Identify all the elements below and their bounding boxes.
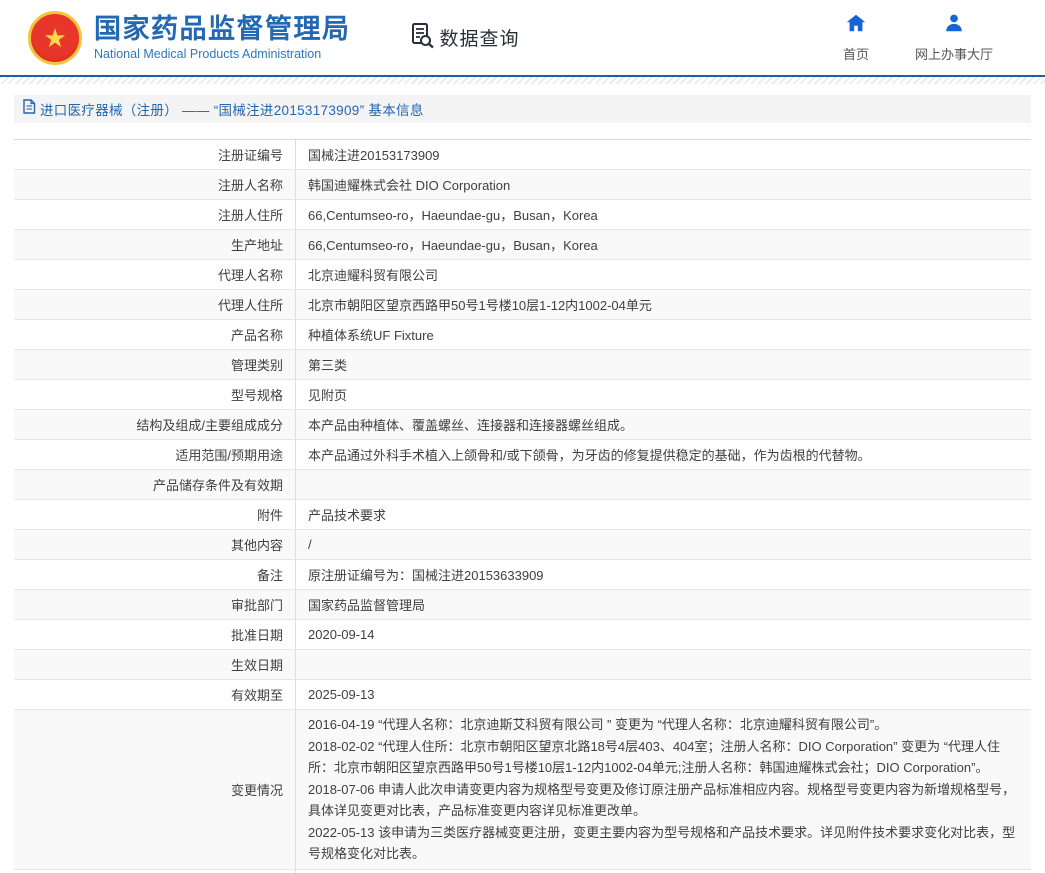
table-row-agent-address: 代理人住所 北京市朝阳区望京西路甲50号1号楼10层1-12内1002-04单元	[14, 290, 1031, 320]
row-value: 本产品由种植体、覆盖螺丝、连接器和连接器螺丝组成。	[296, 410, 1031, 439]
header-hatch-band	[0, 77, 1045, 84]
row-value: 本产品通过外科手术植入上颌骨和/或下颌骨，为牙齿的修复提供稳定的基础，作为齿根的…	[296, 440, 1031, 469]
table-row-storage: 产品储存条件及有效期	[14, 470, 1031, 500]
change-item: 2018-07-06 申请人此次申请变更内容为规格型号变更及修订原注册产品标准相…	[308, 779, 1021, 822]
doc-search-icon	[409, 22, 436, 54]
table-row-note: 注 详情	[14, 870, 1031, 873]
table-row-composition: 结构及组成/主要组成成分 本产品由种植体、覆盖螺丝、连接器和连接器螺丝组成。	[14, 410, 1031, 440]
row-label: 代理人名称	[14, 260, 296, 289]
home-icon	[845, 12, 867, 39]
row-value: 产品技术要求	[296, 500, 1031, 529]
row-value	[296, 470, 1031, 499]
table-row-attachment: 附件 产品技术要求	[14, 500, 1031, 530]
row-label: 注册人名称	[14, 170, 296, 199]
national-emblem-icon: ★	[28, 11, 82, 65]
row-value: 北京市朝阳区望京西路甲50号1号楼10层1-12内1002-04单元	[296, 290, 1031, 319]
data-query-tab[interactable]: 数据查询	[409, 22, 520, 54]
document-icon	[22, 99, 36, 119]
row-label: 注册证编号	[14, 140, 296, 169]
table-row-registrant-name: 注册人名称 韩国迪耀株式会社 DIO Corporation	[14, 170, 1031, 200]
page-title-bar: 进口医疗器械（注册） —— “国械注进20153173909” 基本信息	[14, 95, 1031, 123]
row-value: 2025-09-13	[296, 680, 1031, 709]
row-label: 生产地址	[14, 230, 296, 259]
row-value: 国家药品监督管理局	[296, 590, 1031, 619]
row-label: 有效期至	[14, 680, 296, 709]
row-label: 结构及组成/主要组成成分	[14, 410, 296, 439]
table-row-registrant-address: 注册人住所 66,Centumseo-ro，Haeundae-gu，Busan，…	[14, 200, 1031, 230]
row-label: 批准日期	[14, 620, 296, 649]
table-row-other-content: 其他内容 /	[14, 530, 1031, 560]
row-label: 附件	[14, 500, 296, 529]
row-label: 生效日期	[14, 650, 296, 679]
table-row-production-address: 生产地址 66,Centumseo-ro，Haeundae-gu，Busan，K…	[14, 230, 1031, 260]
row-value: 原注册证编号为：国械注进20153633909	[296, 560, 1031, 589]
nav-item-home[interactable]: 首页	[843, 12, 869, 63]
table-row-management-class: 管理类别 第三类	[14, 350, 1031, 380]
table-row-intended-use: 适用范围/预期用途 本产品通过外科手术植入上颌骨和/或下颌骨，为牙齿的修复提供稳…	[14, 440, 1031, 470]
row-value: 66,Centumseo-ro，Haeundae-gu，Busan，Korea	[296, 200, 1031, 229]
change-item: 2016-04-19 “代理人名称：北京迪斯艾科贸有限公司 ” 变更为 “代理人…	[308, 714, 1021, 736]
row-label: 型号规格	[14, 380, 296, 409]
table-row-model-spec: 型号规格 见附页	[14, 380, 1031, 410]
table-row-agent-name: 代理人名称 北京迪耀科贸有限公司	[14, 260, 1031, 290]
row-label: 管理类别	[14, 350, 296, 379]
row-value: 66,Centumseo-ro，Haeundae-gu，Busan，Korea	[296, 230, 1031, 259]
table-row-approval-department: 审批部门 国家药品监督管理局	[14, 590, 1031, 620]
page-title: 进口医疗器械（注册） —— “国械注进20153173909” 基本信息	[40, 99, 424, 119]
brand-subtitle: National Medical Products Administration	[94, 47, 351, 61]
table-row-changes: 变更情况 2016-04-19 “代理人名称：北京迪斯艾科贸有限公司 ” 变更为…	[14, 710, 1031, 870]
row-label: 审批部门	[14, 590, 296, 619]
row-label: 注册人住所	[14, 200, 296, 229]
row-value: 北京迪耀科贸有限公司	[296, 260, 1031, 289]
nav-label-service-hall: 网上办事大厅	[915, 44, 993, 63]
row-label: 变更情况	[14, 710, 296, 869]
row-label: 备注	[14, 560, 296, 589]
table-row-expiry-date: 有效期至 2025-09-13	[14, 680, 1031, 710]
person-icon	[943, 12, 965, 39]
row-value: /	[296, 530, 1031, 559]
row-label: 注	[14, 870, 296, 873]
info-table: 注册证编号 国械注进20153173909 注册人名称 韩国迪耀株式会社 DIO…	[14, 139, 1031, 873]
row-label: 其他内容	[14, 530, 296, 559]
row-value	[296, 650, 1031, 679]
row-value: 详情	[296, 870, 1031, 873]
row-label: 产品名称	[14, 320, 296, 349]
row-label: 产品储存条件及有效期	[14, 470, 296, 499]
row-value: 2016-04-19 “代理人名称：北京迪斯艾科贸有限公司 ” 变更为 “代理人…	[296, 710, 1031, 869]
row-value: 国械注进20153173909	[296, 140, 1031, 169]
change-item: 2018-02-02 “代理人住所：北京市朝阳区望京北路18号4层403、404…	[308, 736, 1021, 779]
site-header: ★ 国家药品监督管理局 National Medical Products Ad…	[0, 0, 1045, 75]
row-value: 种植体系统UF Fixture	[296, 320, 1031, 349]
row-value: 见附页	[296, 380, 1031, 409]
row-value: 第三类	[296, 350, 1031, 379]
brand: 国家药品监督管理局 National Medical Products Admi…	[94, 14, 351, 61]
table-row-remarks: 备注 原注册证编号为：国械注进20153633909	[14, 560, 1031, 590]
brand-title: 国家药品监督管理局	[94, 14, 351, 45]
nav-label-home: 首页	[843, 44, 869, 63]
row-value: 韩国迪耀株式会社 DIO Corporation	[296, 170, 1031, 199]
table-row-product-name: 产品名称 种植体系统UF Fixture	[14, 320, 1031, 350]
row-label: 适用范围/预期用途	[14, 440, 296, 469]
data-query-label: 数据查询	[440, 24, 520, 51]
main-content: 进口医疗器械（注册） —— “国械注进20153173909” 基本信息 注册证…	[14, 95, 1031, 873]
row-value: 2020-09-14	[296, 620, 1031, 649]
table-row-approval-date: 批准日期 2020-09-14	[14, 620, 1031, 650]
header-nav: 首页 网上办事大厅	[843, 12, 993, 63]
row-label: 代理人住所	[14, 290, 296, 319]
table-row-effective-date: 生效日期	[14, 650, 1031, 680]
nav-item-service-hall[interactable]: 网上办事大厅	[915, 12, 993, 63]
change-item: 2022-05-13 该申请为三类医疗器械变更注册，变更主要内容为型号规格和产品…	[308, 822, 1021, 865]
table-row-reg-no: 注册证编号 国械注进20153173909	[14, 140, 1031, 170]
